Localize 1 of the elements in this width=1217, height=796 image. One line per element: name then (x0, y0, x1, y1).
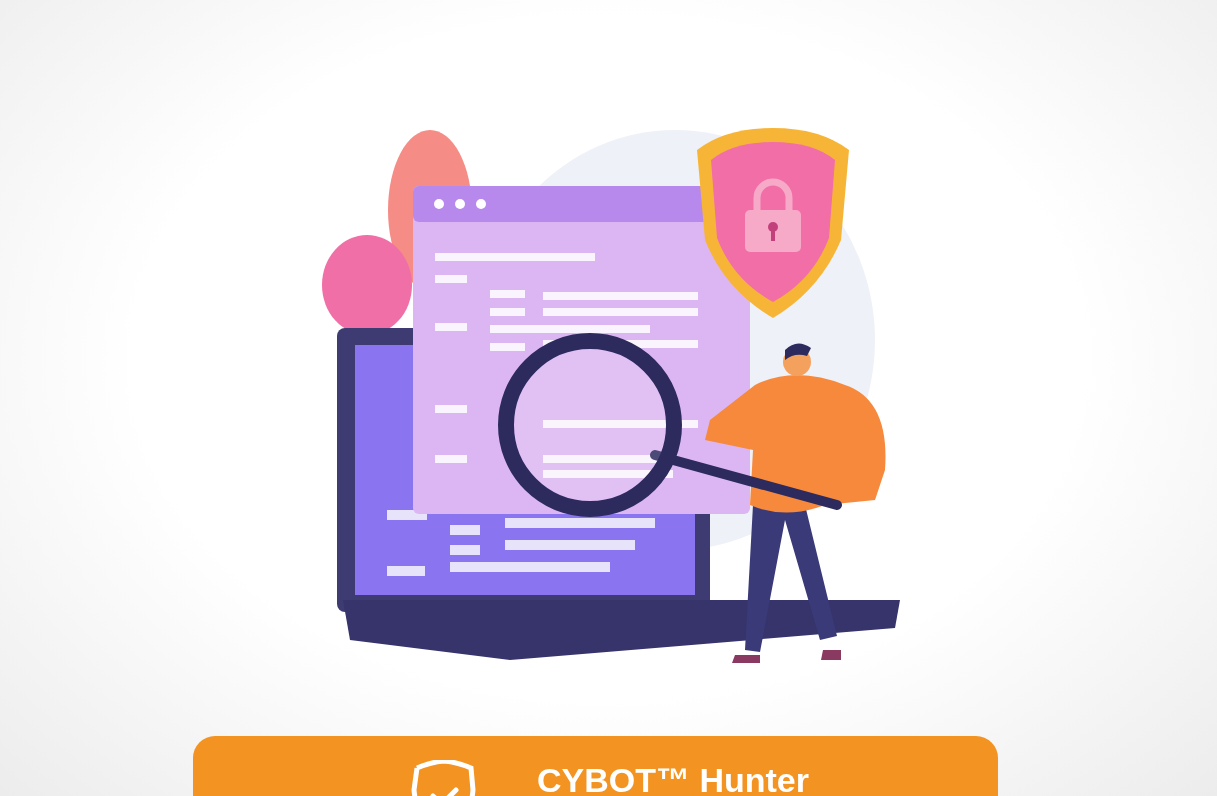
product-title: CYBOT™ Hunter (537, 760, 809, 796)
